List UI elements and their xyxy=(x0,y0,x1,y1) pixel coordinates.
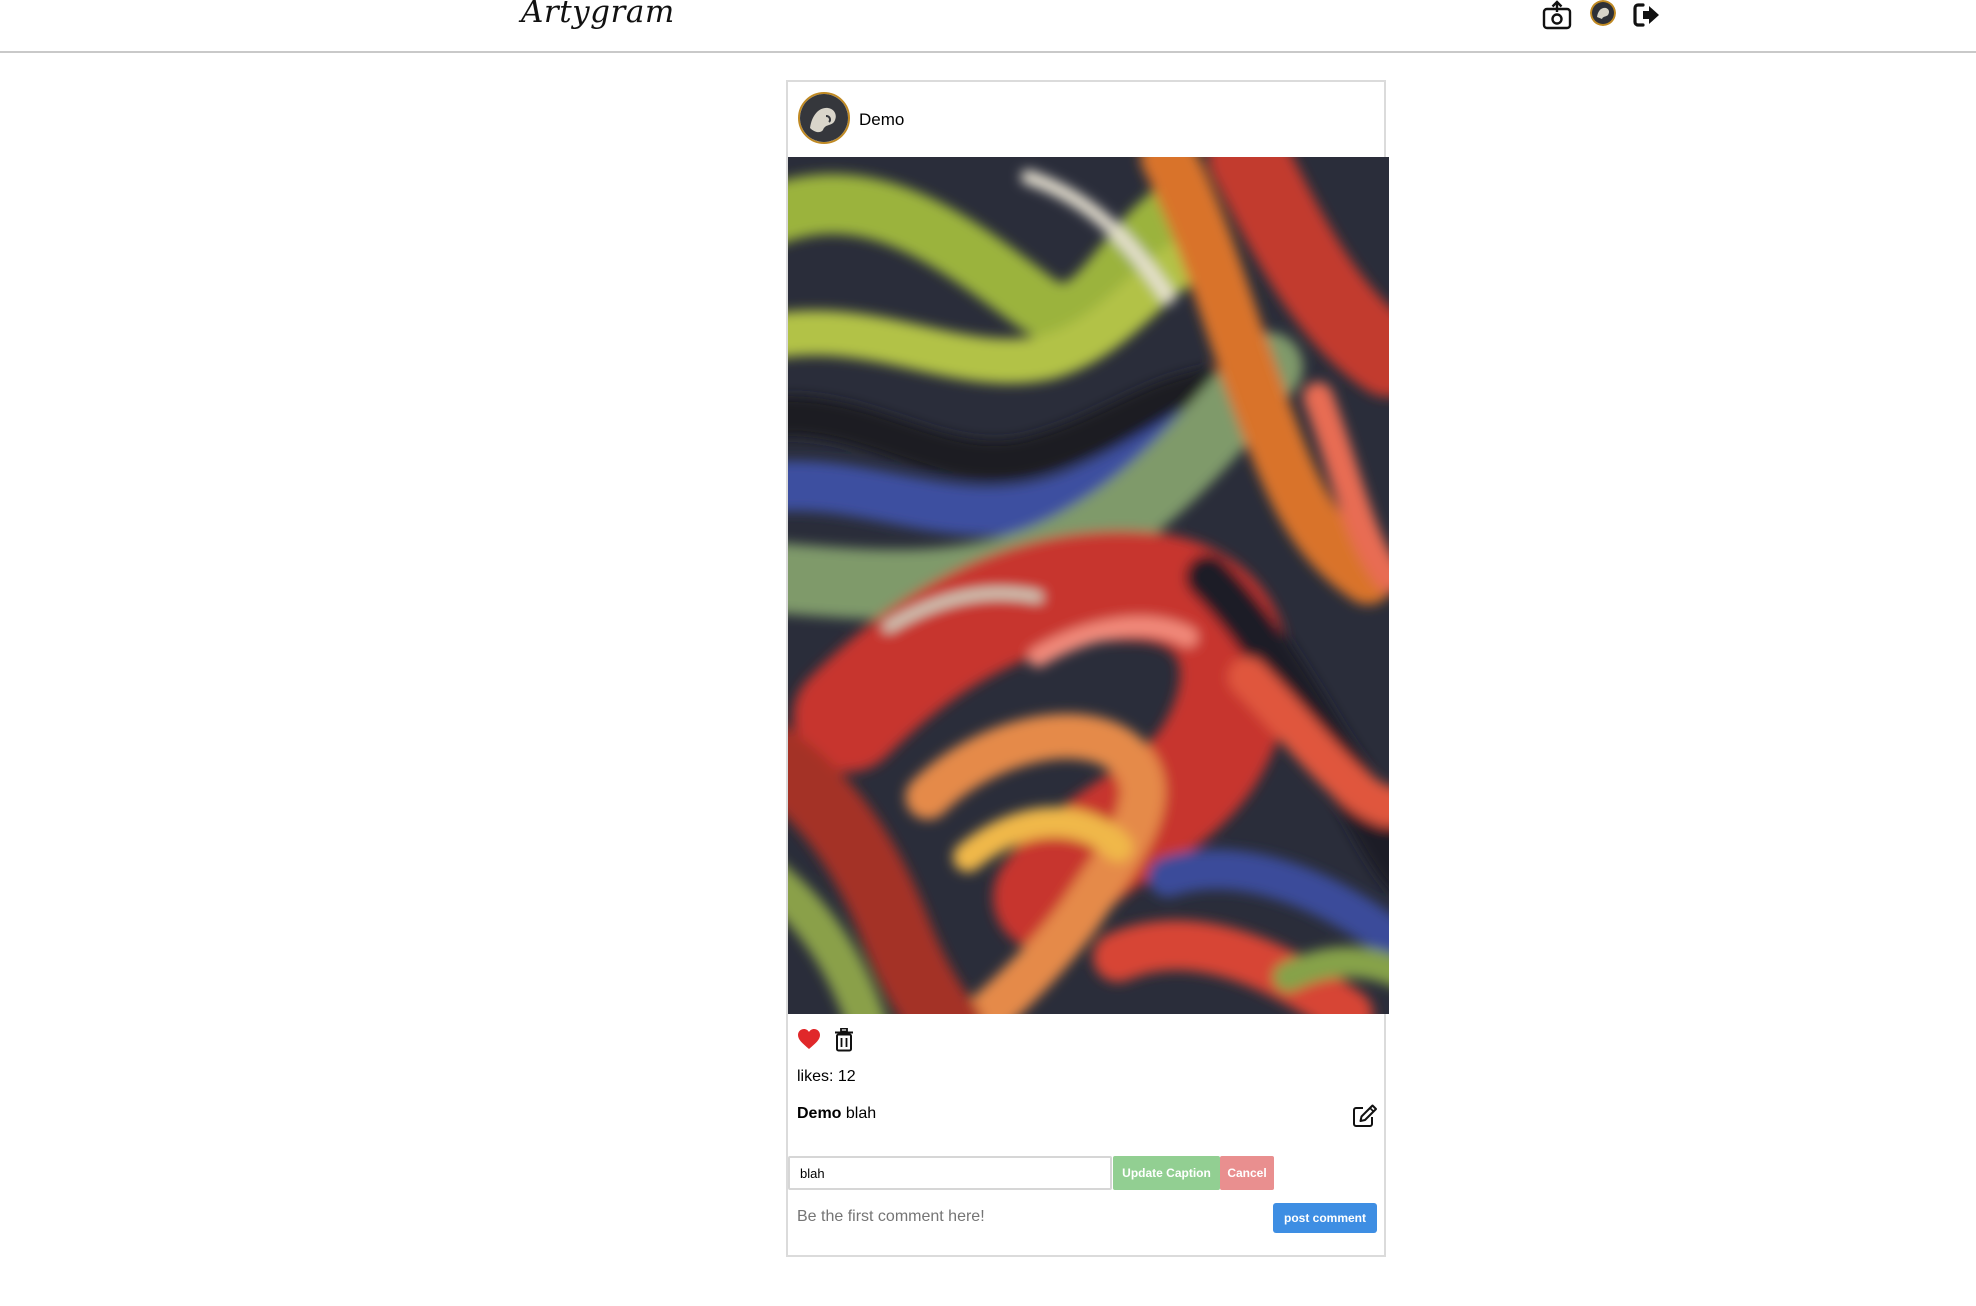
delete-trash-icon[interactable] xyxy=(834,1027,856,1052)
comment-input[interactable] xyxy=(797,1206,1257,1228)
likes-count: likes: 12 xyxy=(797,1068,856,1085)
caption-text: blah xyxy=(845,1105,877,1122)
profile-avatar[interactable] xyxy=(1590,0,1616,26)
app-logo[interactable]: Artygram xyxy=(521,0,675,30)
edit-caption-input[interactable] xyxy=(788,1156,1112,1190)
caption: Demo blah xyxy=(797,1105,876,1123)
cancel-edit-button[interactable]: Cancel xyxy=(1220,1156,1274,1190)
post-header: Demo xyxy=(788,82,1384,156)
caption-author[interactable]: Demo xyxy=(797,1105,841,1122)
upload-photo-icon[interactable] xyxy=(1541,0,1573,32)
edit-caption-icon[interactable] xyxy=(1352,1104,1378,1128)
update-caption-button[interactable]: Update Caption xyxy=(1113,1156,1220,1190)
post-comment-button[interactable]: post comment xyxy=(1273,1203,1377,1233)
top-navbar: Artygram xyxy=(0,0,1976,53)
logout-icon[interactable] xyxy=(1631,0,1661,30)
post-card: Demo likes: 12 Demo blah blah Update Cap… xyxy=(786,80,1389,1257)
post-author-avatar[interactable] xyxy=(798,92,850,144)
post-author-name[interactable]: Demo xyxy=(859,110,904,130)
post-actions xyxy=(797,1027,997,1054)
like-heart-icon[interactable] xyxy=(797,1028,821,1052)
post-image xyxy=(788,157,1389,1014)
